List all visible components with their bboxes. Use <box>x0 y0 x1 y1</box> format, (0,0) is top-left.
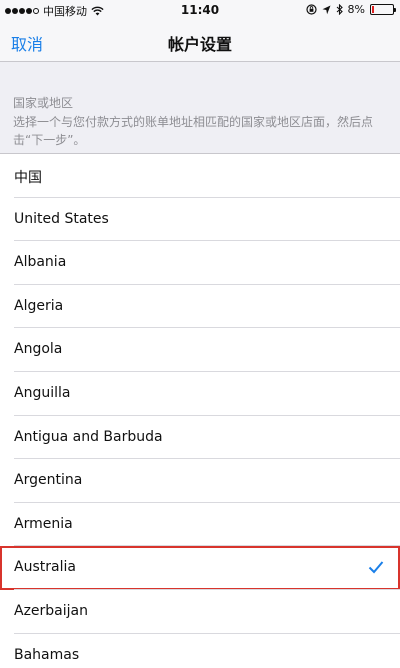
section-title: 国家或地区 <box>13 96 74 110</box>
country-label: Albania <box>14 254 67 271</box>
country-label: Antigua and Barbuda <box>14 428 163 445</box>
country-row[interactable]: United States <box>0 197 400 242</box>
country-row[interactable]: Australia <box>0 546 400 590</box>
navigation-bar: 取消 帐户设置 <box>0 20 400 62</box>
page-title: 帐户设置 <box>167 35 232 54</box>
country-row[interactable]: 中国 <box>0 154 400 198</box>
country-label: Azerbaijan <box>14 602 88 619</box>
country-row[interactable]: Anguilla <box>0 371 400 416</box>
country-label: Australia <box>14 559 76 576</box>
location-icon <box>322 5 331 14</box>
status-right: 8% <box>305 3 396 16</box>
country-label: Armenia <box>14 515 73 532</box>
status-bar: 中国移动 11:40 8% <box>0 0 400 20</box>
section-description: 选择一个与您付款方式的账单地址相匹配的国家或地区店面，然后点击“下一步”。 <box>13 115 374 147</box>
country-label: Argentina <box>14 472 83 489</box>
country-row[interactable]: Angola <box>0 328 400 372</box>
country-label: Angola <box>14 341 63 358</box>
country-row[interactable]: Antigua and Barbuda <box>0 415 400 460</box>
section-header: 国家或地区 选择一个与您付款方式的账单地址相匹配的国家或地区店面，然后点击“下一… <box>0 62 400 154</box>
battery-icon <box>370 4 396 15</box>
country-row[interactable]: Albania <box>0 241 400 285</box>
country-label: Algeria <box>14 297 64 314</box>
battery-percent: 8% <box>347 3 365 16</box>
country-row[interactable]: Argentina <box>0 459 400 503</box>
country-row[interactable]: Armenia <box>0 502 400 547</box>
country-row[interactable]: Algeria <box>0 284 400 329</box>
country-label: United States <box>14 210 109 227</box>
country-label: Bahamas <box>14 646 80 663</box>
country-label: Anguilla <box>14 384 71 401</box>
checkmark-icon <box>368 561 384 574</box>
country-row[interactable]: Bahamas <box>0 633 400 668</box>
country-label: 中国 <box>14 170 42 186</box>
rotation-lock-icon <box>305 4 317 15</box>
country-list: 中国 United States Albania Algeria Angola Angui… <box>0 154 400 668</box>
country-row[interactable]: Azerbaijan <box>0 589 400 634</box>
bluetooth-icon <box>336 4 343 15</box>
battery-level <box>372 6 374 13</box>
